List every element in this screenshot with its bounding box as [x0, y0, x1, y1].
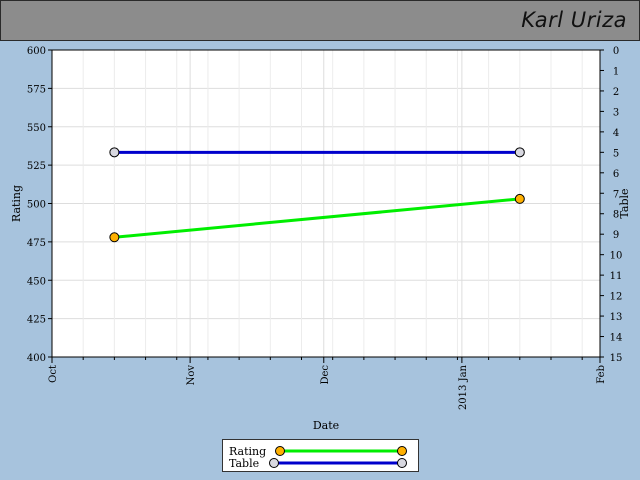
legend-marker-table — [397, 458, 407, 468]
y-left-tick-label: 525 — [27, 161, 46, 172]
y-right-tick-label: 1 — [613, 66, 619, 77]
legend-marker-rating — [397, 446, 407, 456]
rating-data-point — [514, 193, 525, 204]
y-right-tick-label: 14 — [610, 333, 623, 344]
y-axis-right-label: Table — [618, 188, 631, 218]
y-left-tick-label: 600 — [27, 46, 46, 57]
x-tick-label: Nov — [186, 365, 197, 386]
y-right-tick-label: 0 — [613, 46, 619, 57]
y-right-tick-label: 12 — [610, 292, 623, 303]
x-tick-label: Dec — [320, 365, 331, 385]
x-tick-label: Oct — [48, 365, 59, 383]
rating-data-point — [109, 232, 120, 243]
y-left-tick-label: 575 — [27, 84, 46, 95]
legend-graphic: RatingTable — [229, 445, 407, 470]
x-tick-label: Feb — [596, 365, 607, 384]
legend-label-table: Table — [229, 457, 259, 470]
y-right-tick-label: 3 — [613, 107, 619, 118]
y-left-tick-label: 450 — [27, 276, 46, 287]
y-right-tick-label: 5 — [613, 148, 619, 159]
y-right-tick-label: 2 — [613, 87, 619, 98]
y-right-tick-label: 15 — [610, 353, 623, 364]
legend-marker-rating — [275, 446, 285, 456]
y-left-tick-label: 475 — [27, 238, 46, 249]
table-data-point — [514, 147, 525, 158]
y-left-tick-label: 425 — [27, 315, 46, 326]
y-right-tick-label: 10 — [610, 251, 623, 262]
y-right-tick-label: 6 — [613, 169, 619, 180]
legend-marker-table — [269, 458, 279, 468]
y-axis-left-label: Rating — [10, 185, 23, 222]
chart: 400425450475500525550575600 0123456789101… — [10, 46, 631, 432]
y-left-tick-label: 500 — [27, 200, 46, 211]
y-left-tick-label: 400 — [27, 353, 46, 364]
legend: Rating Table — [222, 439, 419, 472]
table-data-point — [109, 147, 120, 158]
y-right-tick-label: 13 — [610, 312, 623, 323]
y-right-tick-label: 11 — [610, 271, 623, 282]
y-right-tick-label: 4 — [613, 128, 619, 139]
x-axis-label: Date — [313, 419, 339, 432]
x-tick-label: 2013 Jan — [458, 364, 469, 410]
y-left-tick-label: 550 — [27, 123, 46, 134]
y-right-tick-label: 9 — [613, 230, 619, 241]
